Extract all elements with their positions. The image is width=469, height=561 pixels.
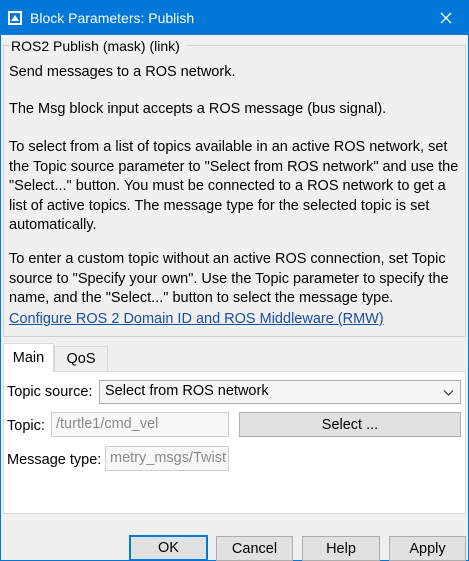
select-topic-button[interactable]: Select ... <box>239 412 461 437</box>
topic-source-value: Select from ROS network <box>105 383 269 399</box>
message-type-label: Message type: <box>7 452 102 468</box>
tab-qos[interactable]: QoS <box>54 346 108 371</box>
description-paragraph-3: To select from a list of topics availabl… <box>9 139 459 233</box>
parameter-tabs: Main QoS Topic source: Select from ROS n… <box>3 343 466 514</box>
topic-source-label: Topic source: <box>7 384 93 400</box>
close-icon <box>440 12 452 23</box>
description-paragraph-2: The Msg block input accepts a ROS messag… <box>9 101 387 117</box>
ok-button[interactable]: OK <box>129 535 208 561</box>
apply-button[interactable]: Apply <box>389 536 466 561</box>
help-button[interactable]: Help <box>302 536 380 561</box>
description-paragraph-1: Send messages to a ROS network. <box>9 64 236 80</box>
tab-panel-main: Topic source: Select from ROS network To… <box>3 371 466 514</box>
message-type-field[interactable]: metry_msgs/Twist <box>105 446 229 471</box>
title-bar[interactable]: Block Parameters: Publish <box>0 0 469 35</box>
topic-source-dropdown[interactable]: Select from ROS network <box>99 380 461 404</box>
configure-ros2-link[interactable]: Configure ROS 2 Domain ID and ROS Middle… <box>9 311 384 327</box>
chevron-down-icon <box>443 390 454 396</box>
topic-field[interactable]: /turtle1/cmd_vel <box>51 412 229 437</box>
cancel-button[interactable]: Cancel <box>216 536 293 561</box>
topic-label: Topic: <box>7 418 45 434</box>
window-title: Block Parameters: Publish <box>30 10 195 26</box>
simulink-block-icon <box>8 11 22 25</box>
description-paragraph-4: To enter a custom topic without an activ… <box>9 251 449 306</box>
close-button[interactable] <box>423 0 469 35</box>
tab-main[interactable]: Main <box>3 343 54 372</box>
